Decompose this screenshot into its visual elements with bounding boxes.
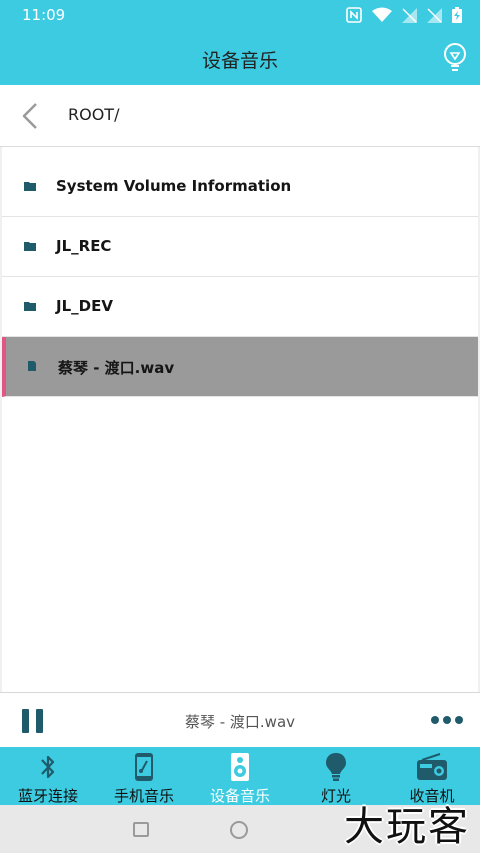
folder-icon <box>24 242 36 251</box>
nav-label: 设备音乐 <box>209 787 270 805</box>
file-name: 蔡琴 - 渡口.wav <box>58 359 175 377</box>
radio-icon <box>417 753 447 780</box>
more-options-icon[interactable] <box>430 713 464 727</box>
speaker-icon <box>231 753 249 781</box>
path-bar: ROOT/ <box>0 85 480 147</box>
app-header: 设备音乐 <box>0 32 480 85</box>
recent-apps-button[interactable] <box>133 822 149 837</box>
folder-icon <box>24 302 36 311</box>
nav-item-bluetooth[interactable]: 蓝牙连接 <box>0 747 96 805</box>
lightbulb-icon <box>326 753 346 781</box>
lightbulb-icon[interactable] <box>442 42 468 74</box>
signal-off-icon <box>402 7 417 23</box>
home-button[interactable] <box>230 821 248 839</box>
phone-music-icon <box>135 753 153 781</box>
list-item[interactable]: System Volume Information <box>2 157 478 217</box>
signal-off-icon-2 <box>427 7 442 23</box>
bluetooth-icon <box>41 755 55 779</box>
file-name: JL_DEV <box>56 297 113 315</box>
watermark: 大玩客 <box>344 804 470 850</box>
nav-item-device-music[interactable]: 设备音乐 <box>192 747 288 805</box>
nav-label: 手机音乐 <box>113 787 174 805</box>
file-list: System Volume Information JL_REC JL_DEV … <box>2 157 478 397</box>
status-bar: 11:09 <box>0 0 480 32</box>
folder-icon <box>24 182 36 191</box>
list-item[interactable]: JL_DEV <box>2 277 478 337</box>
file-name: JL_REC <box>56 237 112 255</box>
breadcrumb: ROOT/ <box>68 105 120 124</box>
page-title: 设备音乐 <box>201 50 278 72</box>
now-playing-title: 蔡琴 - 渡口.wav <box>184 713 296 731</box>
back-arrow-icon[interactable] <box>18 101 44 131</box>
nav-label: 蓝牙连接 <box>17 787 78 805</box>
list-item-selected[interactable]: 蔡琴 - 渡口.wav <box>2 337 478 397</box>
player-bar: 蔡琴 - 渡口.wav <box>0 692 480 747</box>
status-icons <box>346 7 462 23</box>
file-icon <box>28 361 36 371</box>
status-time: 11:09 <box>22 6 66 24</box>
file-name: System Volume Information <box>56 177 292 195</box>
list-item[interactable]: JL_REC <box>2 217 478 277</box>
nfc-icon <box>346 7 362 23</box>
nav-item-phone-music[interactable]: 手机音乐 <box>96 747 192 805</box>
battery-charging-icon <box>452 7 462 23</box>
wifi-icon <box>372 7 392 22</box>
